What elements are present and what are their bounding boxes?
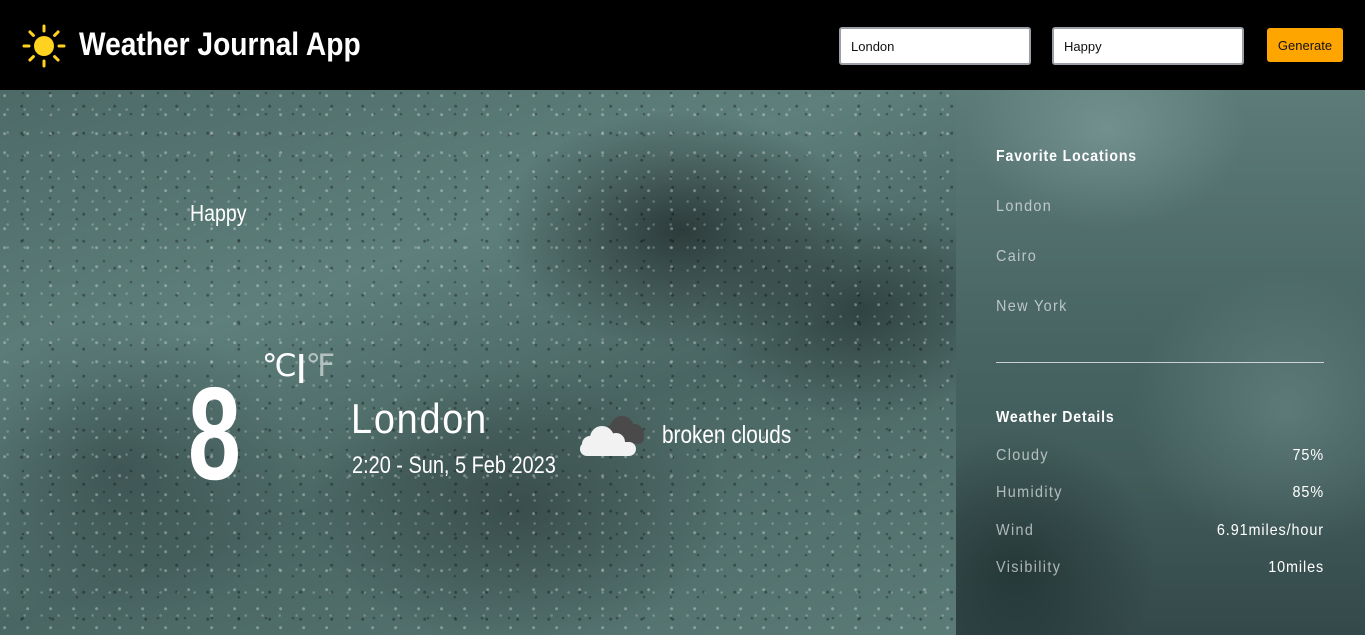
favorites-heading: Favorite Locations — [996, 148, 1138, 165]
app-title: Weather Journal App — [79, 26, 361, 62]
rain-background — [0, 90, 956, 635]
detail-label: Wind — [996, 522, 1035, 539]
temperature-value: 8 — [188, 360, 241, 507]
city-input[interactable] — [839, 27, 1031, 65]
detail-label: Humidity — [996, 484, 1063, 501]
detail-label: Visibility — [996, 559, 1062, 576]
favorite-location-cairo[interactable]: Cairo — [996, 248, 1037, 266]
app-header: Weather Journal App Generate — [0, 0, 1365, 90]
detail-value: 75% — [1292, 447, 1324, 464]
detail-value: 85% — [1292, 484, 1324, 501]
favorite-location-new-york[interactable]: New York — [996, 298, 1068, 316]
favorite-location-london[interactable]: London — [996, 198, 1052, 216]
broken-clouds-icon — [580, 416, 644, 456]
detail-label: Cloudy — [996, 447, 1049, 464]
sidebar: Favorite Locations London Cairo New York… — [956, 90, 1365, 635]
unit-toggle: ℃|℉ — [262, 348, 335, 384]
unit-separator: | — [296, 348, 306, 383]
celsius-toggle[interactable]: ℃ — [262, 348, 297, 383]
sidebar-divider — [996, 362, 1324, 363]
date-time: 2:20 - Sun, 5 Feb 2023 — [352, 452, 556, 479]
sun-icon — [22, 24, 66, 68]
detail-value: 6.91miles/hour — [1216, 522, 1324, 539]
generate-button[interactable]: Generate — [1267, 28, 1343, 62]
weather-main-panel: Happy ℃|℉ 8 London 2:20 - Sun, 5 Feb 202… — [0, 90, 956, 635]
detail-value: 10miles — [1268, 559, 1324, 576]
detail-row-visibility: Visibility 10miles — [996, 559, 1324, 581]
weather-condition: broken clouds — [662, 421, 792, 449]
feeling-input[interactable] — [1052, 27, 1244, 65]
detail-row-cloudy: Cloudy 75% — [996, 447, 1324, 469]
fahrenheit-toggle[interactable]: ℉ — [306, 348, 336, 383]
detail-row-humidity: Humidity 85% — [996, 484, 1324, 506]
detail-row-wind: Wind 6.91miles/hour — [996, 522, 1324, 544]
feeling-text: Happy — [190, 200, 247, 226]
city-name: London — [351, 395, 488, 442]
weather-details-heading: Weather Details — [996, 409, 1115, 426]
